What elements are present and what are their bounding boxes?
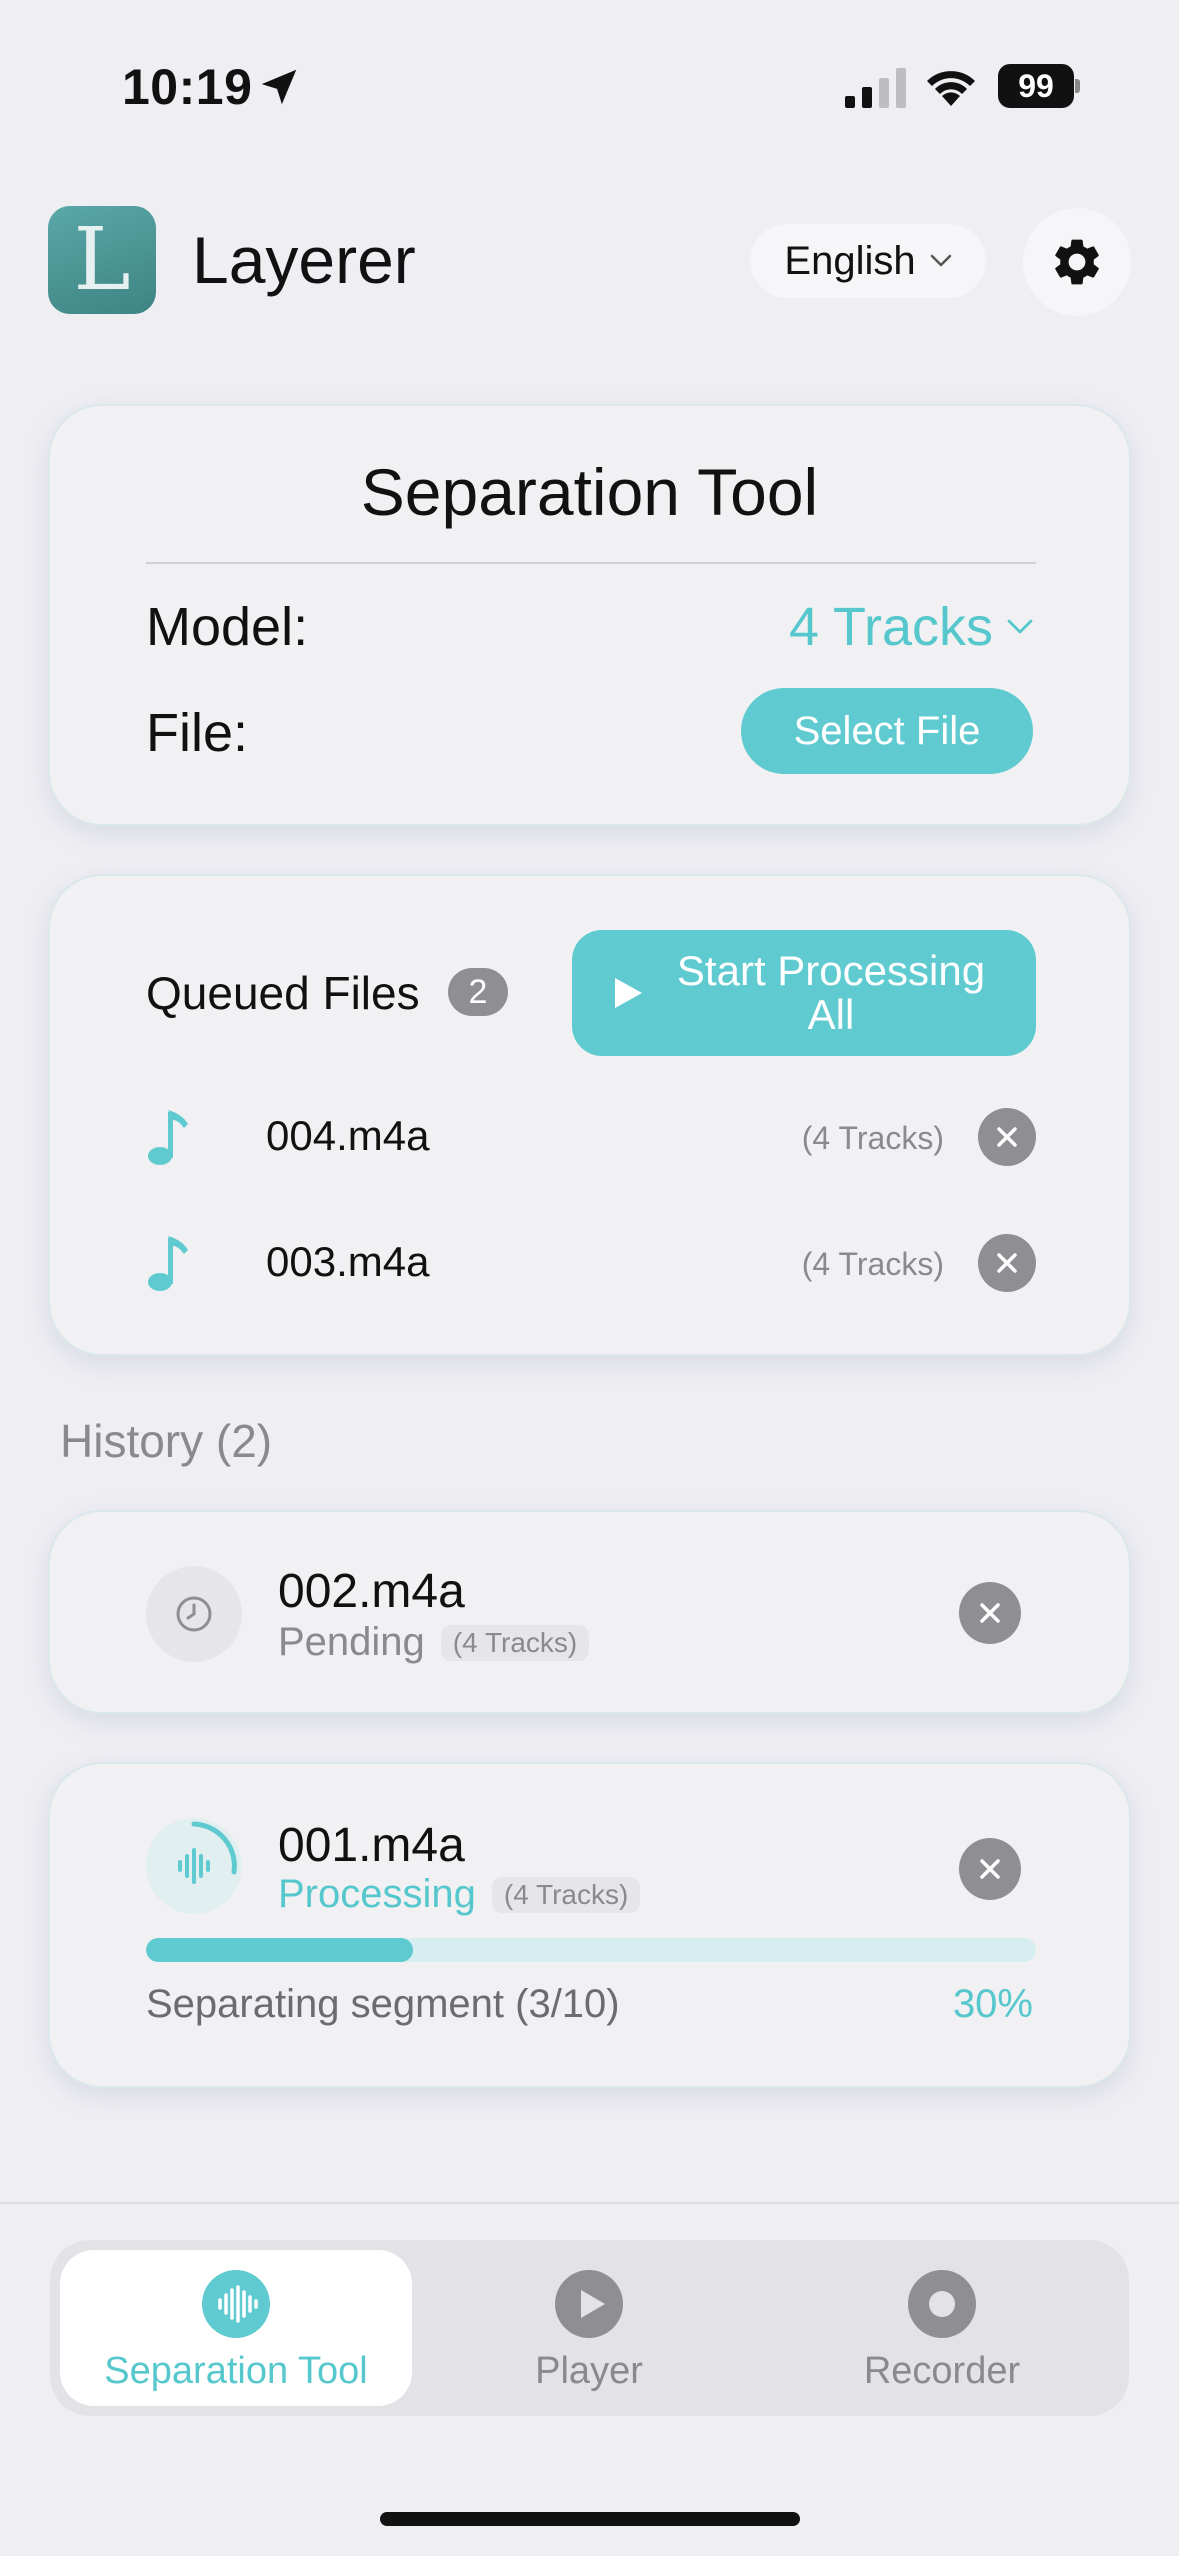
status-bar: 10:19 99 [0, 0, 1179, 170]
chevron-down-icon [1007, 619, 1033, 634]
language-selector[interactable]: English [750, 224, 986, 298]
queued-files-card: Queued Files 2 Start Processing All 004.… [48, 874, 1131, 1356]
separation-tool-card: Separation Tool Model: 4 Tracks File: Se… [48, 404, 1131, 826]
queue-file-tracks: (4 Tracks) [801, 1120, 944, 1156]
history-status: Pending [278, 1620, 425, 1664]
tab-recorder[interactable]: Recorder [766, 2250, 1118, 2406]
logo-letter: L [73, 210, 131, 310]
tab-player[interactable]: Player [413, 2250, 765, 2406]
play-circle-icon [555, 2270, 623, 2338]
model-label: Model: [146, 597, 309, 657]
remove-history-item-button[interactable] [959, 1582, 1021, 1644]
cellular-signal-icon [845, 68, 906, 108]
location-arrow-icon [261, 69, 297, 105]
home-indicator [380, 2512, 800, 2526]
tab-label: Recorder [863, 2350, 1021, 2392]
tab-label: Player [535, 2350, 643, 2392]
tab-separation-tool[interactable]: Separation Tool [60, 2250, 412, 2406]
tab-bar: Separation Tool Player Recorder [50, 2240, 1129, 2416]
battery-indicator: 99 [998, 64, 1080, 108]
queue-file-name: 003.m4a [266, 1238, 430, 1285]
progress-fill [146, 1938, 413, 1962]
language-label: English [784, 238, 916, 283]
file-label: File: [146, 703, 249, 763]
status-circle [146, 1818, 242, 1914]
play-icon [615, 978, 642, 1008]
tab-bar-divider [0, 2202, 1179, 2204]
tab-label: Separation Tool [104, 2350, 368, 2392]
music-note-icon [148, 1110, 188, 1165]
status-circle [146, 1566, 242, 1662]
history-file-name: 002.m4a [278, 1565, 465, 1618]
remove-queue-item-button[interactable] [978, 1234, 1036, 1292]
queued-files-label: Queued Files [146, 967, 420, 1019]
app-title: Layerer [192, 223, 416, 297]
gear-icon [1055, 239, 1099, 285]
history-item-processing[interactable]: 001.m4a Processing (4 Tracks) Separating… [48, 1762, 1131, 2088]
close-icon [980, 1859, 1000, 1879]
close-icon [997, 1253, 1017, 1273]
queue-file-tracks: (4 Tracks) [801, 1246, 944, 1282]
queue-item: 004.m4a (4 Tracks) [146, 1092, 1036, 1182]
select-file-button[interactable]: Select File [741, 688, 1033, 774]
waveform-spinner-icon [178, 1821, 237, 1884]
progress-bar [146, 1938, 1036, 1962]
queue-count-badge: 2 [448, 968, 508, 1016]
model-select[interactable]: 4 Tracks [789, 596, 1033, 658]
app-logo: L [48, 206, 156, 314]
battery-level: 99 [998, 64, 1074, 108]
progress-percent: 30% [952, 1982, 1033, 2026]
close-icon [997, 1127, 1017, 1147]
start-processing-all-button[interactable]: Start Processing All [572, 930, 1036, 1056]
settings-button[interactable] [1023, 208, 1131, 316]
battery-tip [1075, 79, 1080, 93]
history-status: Processing [278, 1872, 476, 1916]
history-title: History (2) [60, 1415, 273, 1467]
clock-icon [176, 1596, 212, 1632]
history-status-row: Processing (4 Tracks) [278, 1872, 641, 1917]
waveform-icon [202, 2270, 270, 2338]
start-processing-label: Start Processing All [676, 947, 986, 1038]
app-screen: 10:19 99 L Layerer English Separation To… [0, 0, 1179, 2556]
history-tracks-tag: (4 Tracks) [440, 1624, 590, 1661]
wifi-icon [927, 71, 975, 106]
card-title: Separation Tool [360, 455, 819, 529]
status-time: 10:19 [122, 59, 253, 115]
history-file-name: 001.m4a [278, 1819, 465, 1872]
close-icon [980, 1603, 1000, 1623]
divider [146, 562, 1036, 564]
chevron-down-icon [930, 254, 951, 267]
record-circle-icon [908, 2270, 976, 2338]
queue-file-name: 004.m4a [266, 1112, 430, 1159]
history-item-pending[interactable]: 002.m4a Pending (4 Tracks) [48, 1510, 1131, 1714]
model-value: 4 Tracks [788, 597, 993, 657]
remove-queue-item-button[interactable] [978, 1108, 1036, 1166]
progress-label: Separating segment (3/10) [146, 1982, 620, 2026]
music-note-icon [148, 1236, 188, 1291]
history-status-row: Pending (4 Tracks) [278, 1620, 590, 1665]
queue-item: 003.m4a (4 Tracks) [146, 1218, 1036, 1308]
remove-history-item-button[interactable] [959, 1838, 1021, 1900]
history-tracks-tag: (4 Tracks) [491, 1876, 641, 1913]
